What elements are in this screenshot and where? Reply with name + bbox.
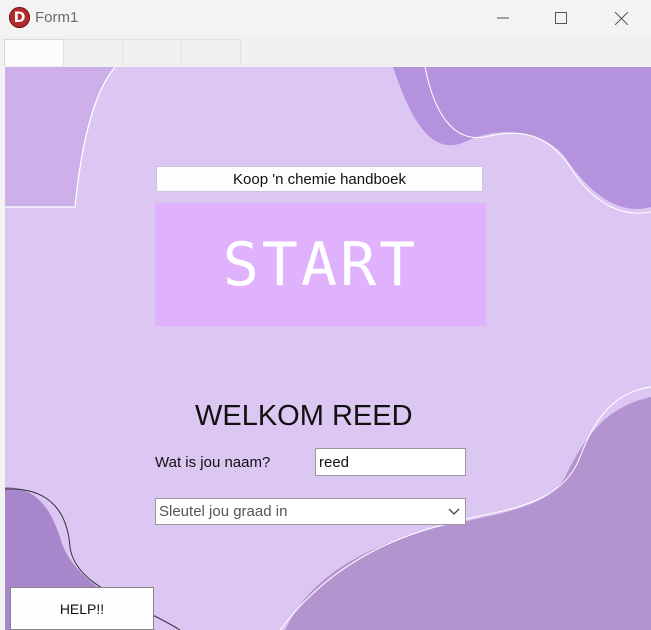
form-client-area: Koop 'n chemie handboek START WELKOM REE… — [5, 67, 651, 630]
maximize-button[interactable] — [532, 0, 590, 36]
tab-4[interactable] — [181, 39, 241, 66]
start-button[interactable]: START — [155, 203, 486, 326]
grade-select[interactable]: Sleutel jou graad in — [155, 498, 466, 525]
tab-3[interactable] — [122, 39, 182, 66]
name-input[interactable] — [315, 448, 466, 476]
app-icon: D — [9, 7, 30, 28]
name-label: Wat is jou naam? — [155, 454, 271, 471]
close-button[interactable] — [592, 0, 650, 36]
welcome-heading: WELKOM REED — [195, 400, 413, 432]
close-icon — [614, 11, 628, 25]
window-title: Form1 — [35, 9, 79, 26]
chevron-down-icon — [448, 508, 460, 515]
background-blobs — [5, 67, 651, 630]
buy-handbook-button[interactable]: Koop 'n chemie handboek — [156, 166, 483, 192]
title-bar: D Form1 — [0, 0, 651, 36]
help-button[interactable]: HELP!! — [10, 587, 154, 630]
grade-select-value: Sleutel jou graad in — [159, 503, 288, 520]
maximize-icon — [555, 12, 567, 24]
tab-strip — [0, 36, 651, 66]
tab-1[interactable] — [4, 39, 64, 66]
minimize-button[interactable] — [474, 0, 532, 36]
minimize-icon — [497, 17, 509, 19]
tab-2[interactable] — [63, 39, 123, 66]
